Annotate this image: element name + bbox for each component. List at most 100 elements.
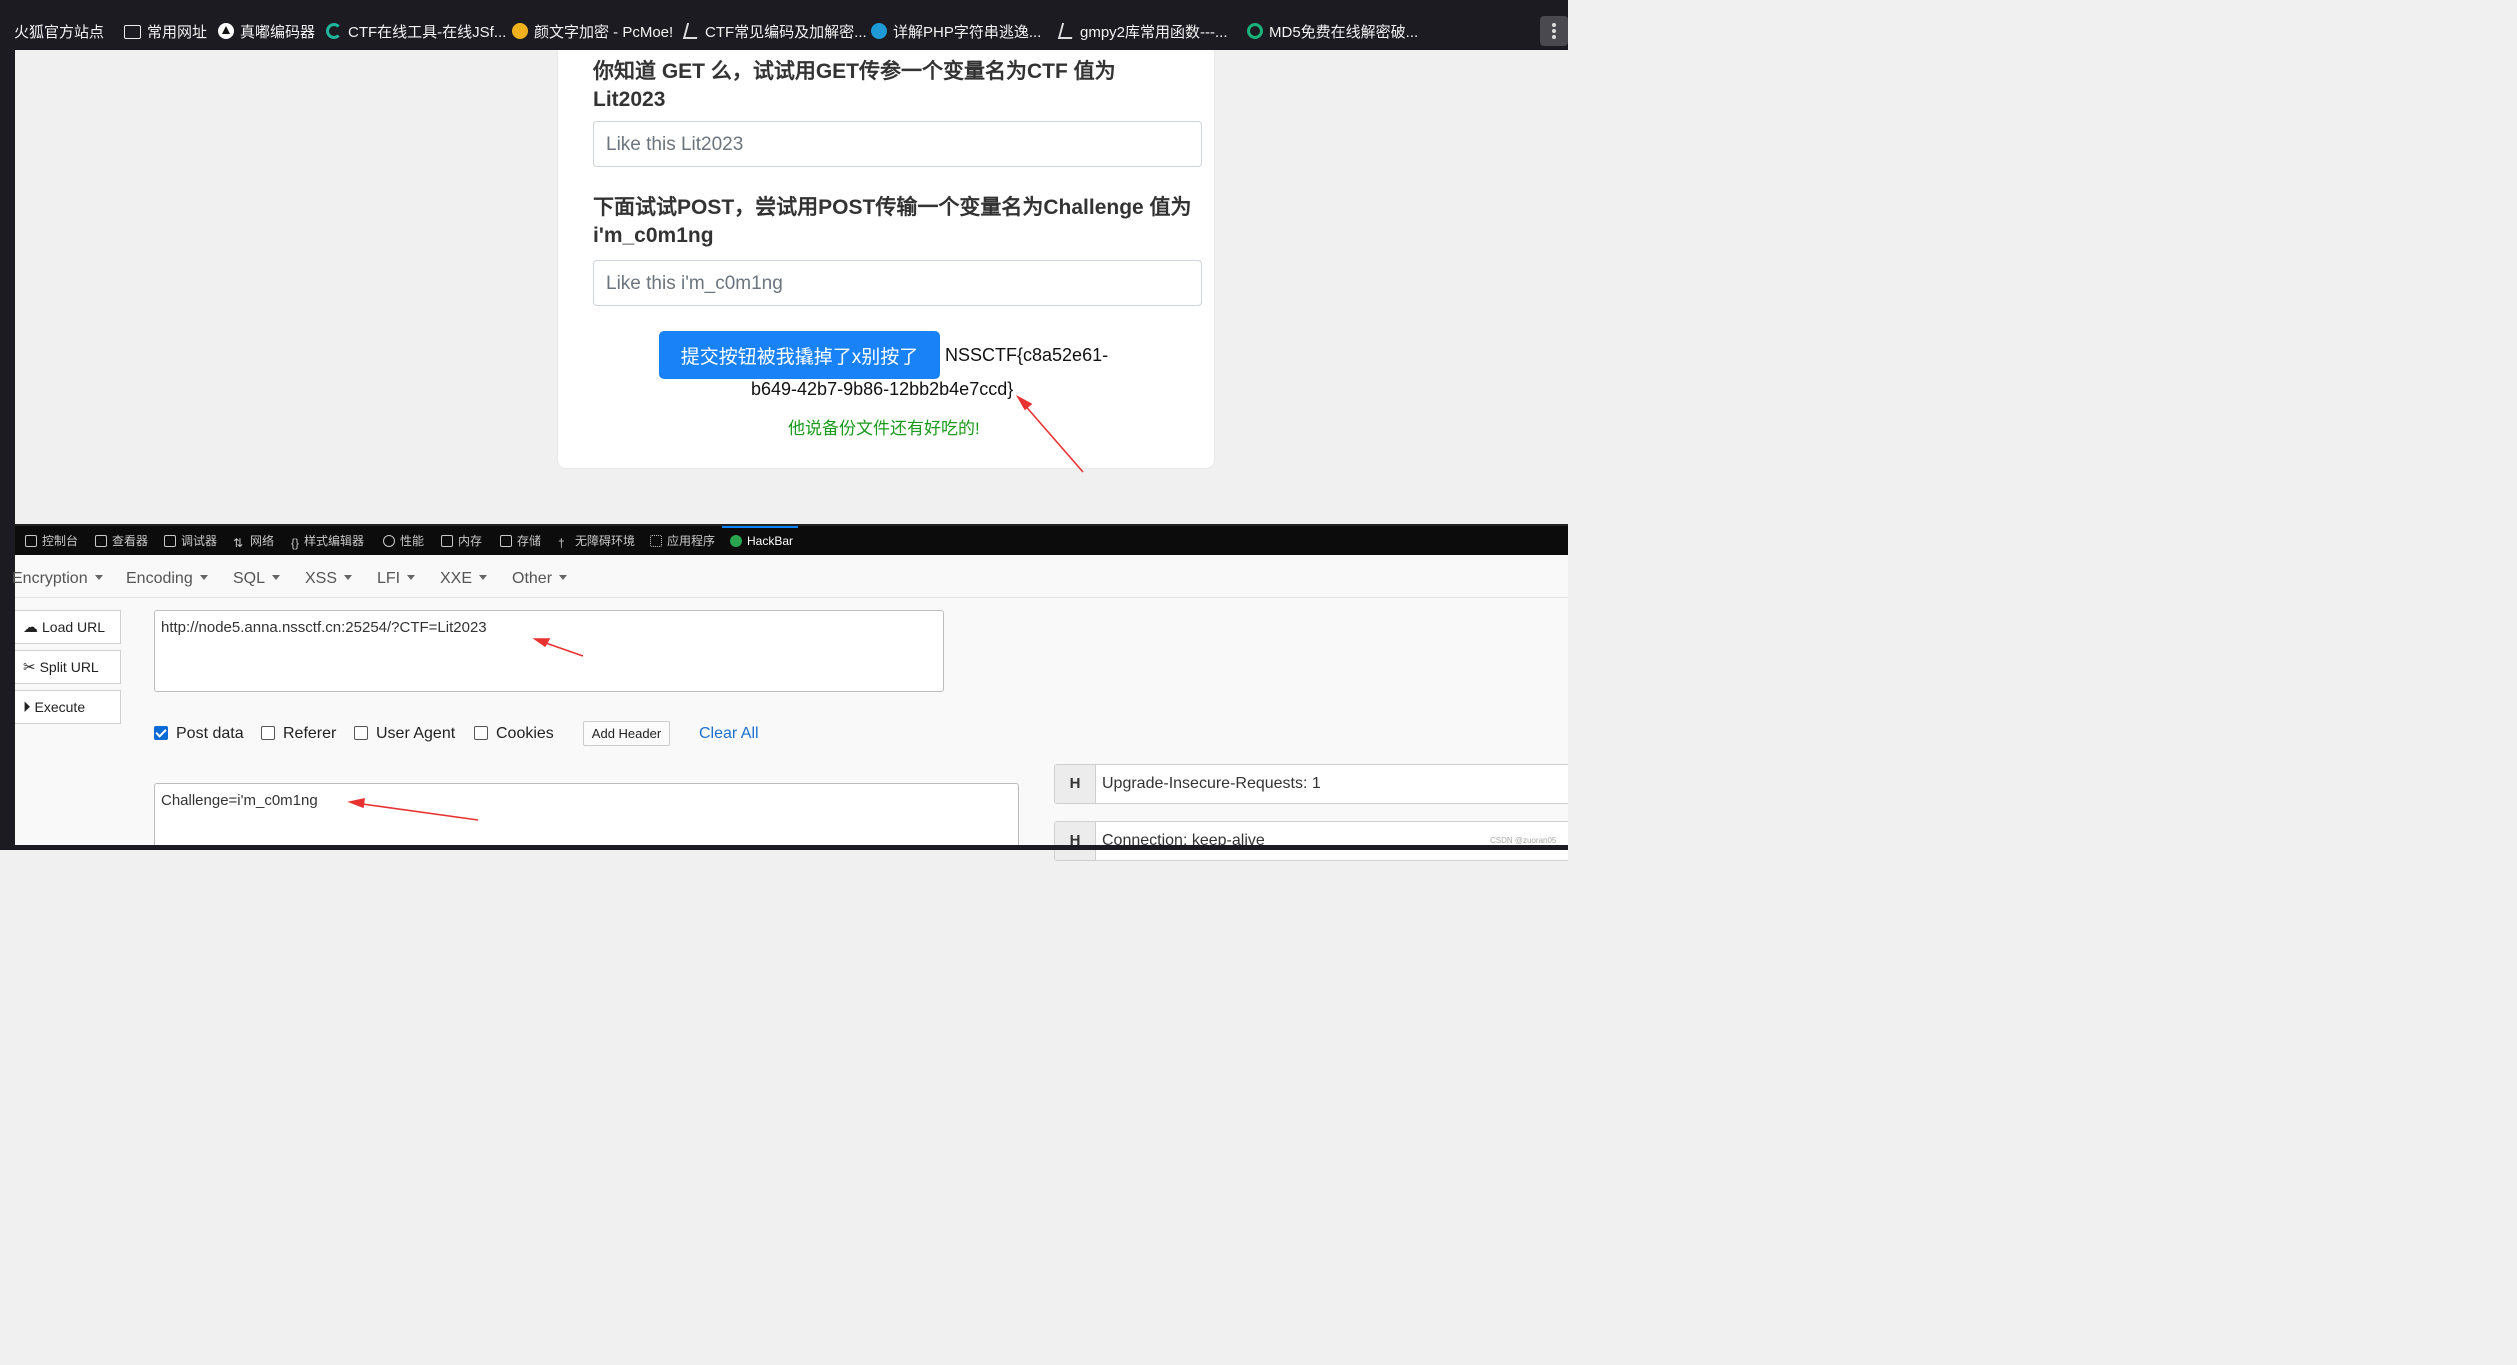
bookmark-label: 真嘟编码器 xyxy=(240,24,316,41)
checkbox-label: Post data xyxy=(176,725,244,742)
tab-label: 网络 xyxy=(250,534,275,548)
bookmark-php-escape[interactable]: 详解PHP字符串逃逸... xyxy=(871,0,1041,50)
csdn-icon xyxy=(1057,23,1077,39)
header-value: Upgrade-Insecure-Requests: 1 xyxy=(1102,775,1321,792)
edge-icon xyxy=(871,23,887,39)
bookmark-label: 颜文字加密 - PcMoe! xyxy=(534,24,674,41)
inspector-icon xyxy=(95,535,107,547)
bookmark-pcmoe[interactable]: 颜文字加密 - PcMoe! xyxy=(512,0,673,50)
menu-sql[interactable]: SQL xyxy=(233,570,280,588)
tab-label: 无障碍环境 xyxy=(575,534,636,548)
header-key: H xyxy=(1055,765,1096,803)
button-label: Load URL xyxy=(42,619,106,635)
button-label: Split URL xyxy=(39,659,99,675)
clear-all-link[interactable]: Clear All xyxy=(699,725,759,743)
tab-console[interactable]: 控制台 xyxy=(25,526,78,557)
scissors-icon: ✂ xyxy=(23,659,36,676)
memory-icon xyxy=(441,535,453,547)
bookmark-gmpy2[interactable]: gmpy2库常用函数---... xyxy=(1057,0,1228,50)
bookmark-md5[interactable]: MD5免费在线解密破... xyxy=(1247,0,1418,50)
console-icon xyxy=(25,535,37,547)
header-key: H xyxy=(1055,822,1096,860)
execute-button[interactable]: ⏵ Execute xyxy=(15,690,121,724)
bookmark-common-sites[interactable]: 常用网址 xyxy=(124,0,207,50)
header-row[interactable]: H Upgrade-Insecure-Requests: 1 xyxy=(1054,764,1568,804)
bookmark-label: CTF在线工具-在线JSf... xyxy=(348,24,507,41)
tab-accessibility[interactable]: † 无障碍环境 xyxy=(558,526,635,557)
bookmark-label: 详解PHP字符串逃逸... xyxy=(893,24,1042,41)
window-bottom-edge xyxy=(0,845,1568,850)
checkbox-label: Referer xyxy=(283,725,337,742)
bookmarks-bar: 火狐官方站点 常用网址 真嘟编码器 CTF在线工具-在线JSf... 颜文字加密… xyxy=(0,0,1568,50)
post-input[interactable]: Like this i'm_c0m1ng xyxy=(593,260,1202,306)
bookmark-label: CTF常见编码及加解密... xyxy=(705,24,867,41)
tab-label: 控制台 xyxy=(42,534,79,548)
csdn-icon xyxy=(682,23,702,39)
menu-other[interactable]: Other xyxy=(512,570,567,588)
tab-network[interactable]: ⇅ 网络 xyxy=(233,526,274,557)
md5-icon xyxy=(1247,23,1263,39)
bookmark-ctf-encoding[interactable]: CTF常见编码及加解密... xyxy=(682,0,867,50)
debugger-icon xyxy=(164,535,176,547)
tab-style-editor[interactable]: {} 样式编辑器 xyxy=(291,526,364,557)
post-question: 下面试试POST，尝试用POST传输一个变量名为Challenge 值为 i'm… xyxy=(593,196,1192,247)
tab-performance[interactable]: 性能 xyxy=(383,526,424,557)
cookies-checkbox[interactable]: Cookies xyxy=(474,725,554,743)
tab-application[interactable]: 应用程序 xyxy=(650,526,715,557)
checkbox-label: User Agent xyxy=(376,725,456,742)
bookmark-label: 常用网址 xyxy=(147,24,208,41)
watermark: CSDN @zuoran05 xyxy=(1490,836,1557,845)
checkbox-unchecked xyxy=(474,726,488,740)
cloud-download-icon: ☁ xyxy=(23,619,38,636)
flag-text-part1: NSSCTF{c8a52e61- xyxy=(945,345,1109,365)
play-circle-icon: ⏵ xyxy=(23,699,31,716)
tab-label: 内存 xyxy=(458,534,483,548)
submit-button[interactable]: 提交按钮被我撬掉了x别按了 xyxy=(659,331,940,379)
menu-lfi[interactable]: LFI xyxy=(377,570,415,588)
tab-debugger[interactable]: 调试器 xyxy=(164,526,217,557)
add-header-button[interactable]: Add Header xyxy=(583,721,670,746)
referer-checkbox[interactable]: Referer xyxy=(261,725,336,743)
post-data-checkbox[interactable]: Post data xyxy=(154,725,244,743)
menu-xxe[interactable]: XXE xyxy=(440,570,487,588)
header-value: Connection: keep-alive xyxy=(1102,832,1265,849)
tab-storage[interactable]: 存储 xyxy=(500,526,541,557)
hackbar-icon xyxy=(730,535,742,547)
get-input[interactable]: Like this Lit2023 xyxy=(593,121,1202,167)
tab-memory[interactable]: 内存 xyxy=(441,526,482,557)
menu-encoding[interactable]: Encoding xyxy=(126,570,208,588)
accessibility-icon: † xyxy=(558,536,565,550)
checkbox-unchecked xyxy=(261,726,275,740)
bookmark-encoder[interactable]: 真嘟编码器 xyxy=(218,0,315,50)
tab-label: 样式编辑器 xyxy=(304,534,365,548)
checkbox-label: Cookies xyxy=(496,725,554,742)
bookmarks-menu-button[interactable] xyxy=(1540,16,1568,46)
devtools-tabbar: 控制台 查看器 调试器 ⇅ 网络 {} 样式编辑器 性能 内存 存储 † 无障碍环境 … xyxy=(15,524,1568,557)
pcmoe-icon xyxy=(512,23,528,39)
bookmark-label: 火狐官方站点 xyxy=(14,24,105,41)
tab-hackbar[interactable]: HackBar xyxy=(730,526,793,557)
tab-label: 查看器 xyxy=(112,534,149,548)
bookmark-ctf-tool[interactable]: CTF在线工具-在线JSf... xyxy=(326,0,506,50)
divider xyxy=(15,597,1568,598)
tab-label: HackBar xyxy=(747,534,794,548)
split-url-button[interactable]: ✂ Split URL xyxy=(15,650,121,684)
bookmark-firefox[interactable]: 火狐官方站点 xyxy=(14,0,104,50)
hint-text: 他说备份文件还有好吃的! xyxy=(788,419,980,438)
tab-label: 存储 xyxy=(517,534,542,548)
active-tab-indicator xyxy=(722,526,798,528)
button-label: Execute xyxy=(34,699,86,715)
url-textarea[interactable]: http://node5.anna.nssctf.cn:25254/?CTF=L… xyxy=(154,610,944,692)
flag-text-part2: b649-42b7-9b86-12bb2b4e7ccd} xyxy=(751,379,1014,399)
post-data-textarea[interactable]: Challenge=i'm_c0m1ng xyxy=(154,783,1019,850)
checkbox-checked xyxy=(154,726,168,740)
load-url-button[interactable]: ☁ Load URL xyxy=(15,610,121,644)
menu-encryption[interactable]: Encryption xyxy=(12,570,103,588)
tab-inspector[interactable]: 查看器 xyxy=(95,526,148,557)
tab-label: 调试器 xyxy=(181,534,218,548)
menu-xss[interactable]: XSS xyxy=(305,570,352,588)
folder-icon xyxy=(124,25,141,39)
tab-label: 性能 xyxy=(400,534,425,548)
user-agent-checkbox[interactable]: User Agent xyxy=(354,725,455,743)
get-question: 你知道 GET 么，试试用GET传参一个变量名为CTF 值为 Lit2023 xyxy=(593,60,1116,111)
